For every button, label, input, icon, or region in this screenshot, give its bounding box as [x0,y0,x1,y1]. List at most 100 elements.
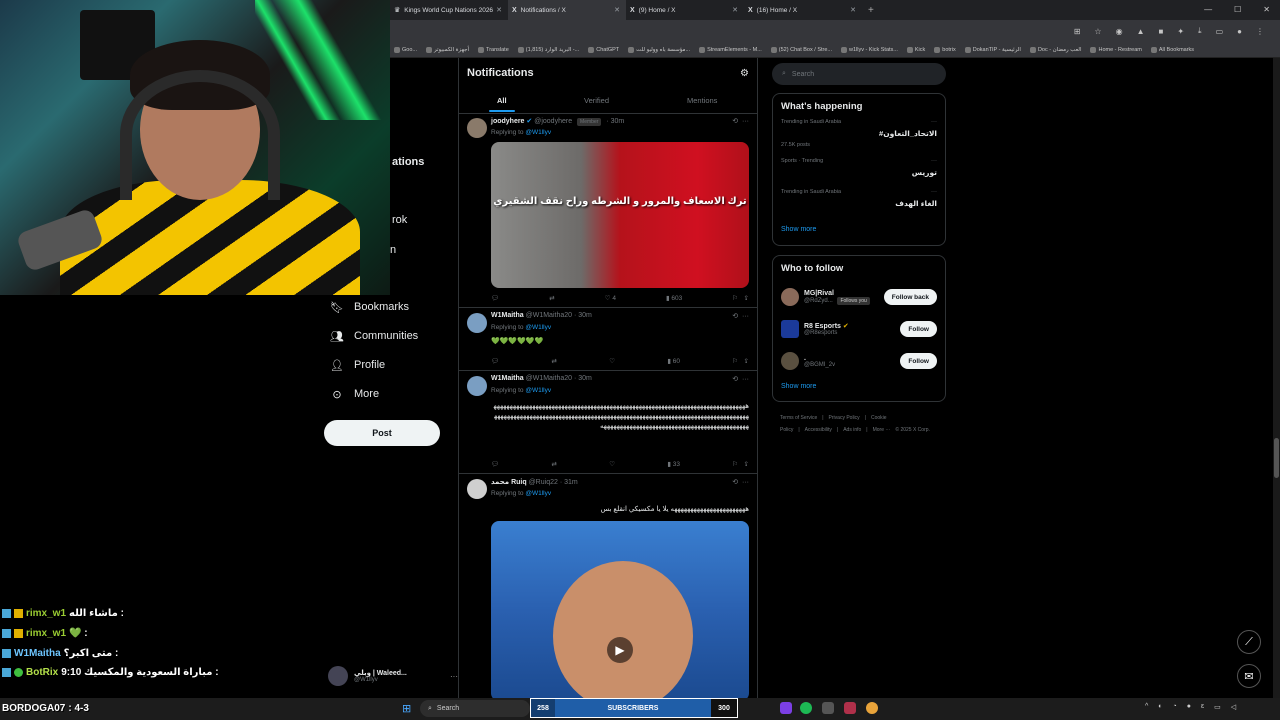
keyboard-icon[interactable]: ε [1201,703,1204,711]
tweet-media[interactable]: ترك الاسعاف والمرور و الشرطه وراح نقف ال… [491,142,749,288]
app-icon[interactable] [780,702,792,714]
grok-icon[interactable]: ⟲ [732,118,738,125]
footer-link[interactable]: © 2025 X Corp. [895,427,930,433]
gear-icon[interactable]: ⚙ [740,68,749,79]
views-count[interactable]: ▮ 33 [667,460,680,468]
volume-icon[interactable]: ◁ [1231,703,1236,711]
nav-grok-partial[interactable]: rok [392,214,407,226]
views-count[interactable]: ▮ 60 [667,357,680,365]
show-more-link[interactable]: Show more [773,220,945,239]
tweet[interactable]: W1Maitha @W1Maitha20 · 30m ⟲ ··· Replyin… [459,309,757,371]
windows-start-icon[interactable]: ⊞ [402,702,411,715]
extensions-icon[interactable]: ✦ [1177,27,1184,36]
follow-suggestion[interactable]: . @BGMI_2v Follow [773,345,945,377]
search-input[interactable]: ⌕ Search [772,63,946,85]
nav-bookmarks[interactable]: 🔖︎ Bookmarks [330,300,409,314]
reply-icon[interactable]: 💬︎ [491,460,499,468]
browser-tab[interactable]: X (9) Home / X ✕ [626,0,744,20]
mention-link[interactable]: @W1llyv [525,324,551,331]
bookmark-item[interactable]: ChatGPT [588,46,619,53]
display-icon[interactable]: ▭ [1214,703,1221,711]
close-tab-icon[interactable]: ✕ [850,6,856,14]
like-button[interactable]: ♡ 4 [605,294,616,302]
page-scrollbar[interactable] [1273,58,1280,698]
bookmark-icon[interactable]: ⚐ ⇪ [732,357,749,365]
bookmark-item[interactable]: StreamElements - M... [699,46,762,53]
tweet-author[interactable]: W1Maitha [491,375,524,382]
split-icon[interactable]: ▭ [1216,27,1224,36]
more-icon[interactable]: ··· [931,158,937,164]
browser-tab[interactable]: X (16) Home / X ✕ [744,0,862,20]
tweet[interactable]: W1Maitha @W1Maitha20 · 30m ⟲ ··· Replyin… [459,372,757,474]
close-tab-icon[interactable]: ✕ [614,6,620,14]
mic-icon[interactable]: ● [1187,703,1191,711]
footer-link[interactable]: Terms of Service [780,415,817,421]
like-icon[interactable]: ♡ [609,460,615,468]
tweet-handle[interactable]: @joodyhere [534,118,572,125]
footer-link[interactable]: Privacy Policy [829,415,860,421]
nav-profile[interactable]: 👤︎ Profile [330,358,385,372]
tweet[interactable]: joodyhere ✔ @joodyhere Member · 30m ⟲ ··… [459,114,757,308]
star-icon[interactable]: ☆ [1094,27,1101,36]
tweet-handle[interactable]: @W1Maitha20 [526,312,572,319]
close-tab-icon[interactable]: ✕ [496,6,502,14]
bookmark-item[interactable]: w1llyv - Kick Stats... [840,46,898,53]
reply-icon[interactable]: 💬︎ [491,294,499,302]
tweet-actions-menu[interactable]: ⟲ ··· [732,375,749,383]
nav-communities[interactable]: 👥︎ Communities [330,329,418,343]
bookmark-icon[interactable]: ⚐ ⇪ [732,460,749,468]
trend-item[interactable]: Sports · Trending ··· توريس [773,158,945,189]
retweet-icon[interactable]: ⇄ [549,294,554,302]
tweet-actions-menu[interactable]: ⟲ ··· [732,478,749,486]
play-icon[interactable]: ▶ [607,637,633,663]
like-icon[interactable]: ♡ [609,357,615,365]
tweet-author[interactable]: W1Maitha [491,312,524,319]
mention-link[interactable]: @W1llyv [525,490,551,497]
extension-icon[interactable]: ▲ [1137,27,1145,36]
menu-icon[interactable]: ⋮ [1256,27,1264,36]
bookmark-item[interactable]: Kick [906,46,925,53]
trend-item[interactable]: Trending in Saudi Arabia ··· الغاء الهدف [773,189,945,220]
close-window-icon[interactable]: ✕ [1263,5,1270,14]
app-icon[interactable] [822,702,834,714]
tab-mentions[interactable]: Mentions [687,96,717,105]
bookmark-item[interactable]: أجهزة الكمبيوتر [425,46,469,53]
taskbar-search[interactable]: ⌕ Search [420,700,530,717]
tweet-actions-menu[interactable]: ⟲ ··· [732,312,749,320]
app-icon[interactable] [844,702,856,714]
extension-icon[interactable]: ◉ [1116,27,1123,36]
follow-suggestion[interactable]: R8 Esports ✔ @R8esports Follow [773,313,945,345]
tweet-handle[interactable]: @Ruiq22 [529,479,558,486]
close-tab-icon[interactable]: ✕ [732,6,738,14]
bookmark-item[interactable]: Translate [478,46,509,53]
bookmark-item[interactable]: DokanTIP - الرئيسية [964,46,1021,53]
retweet-icon[interactable]: ⇄ [552,357,557,365]
network-icon[interactable]: ◐ [1158,703,1162,711]
mention-link[interactable]: @W1llyv [525,387,551,394]
footer-link[interactable]: Accessibility [805,427,832,433]
maximize-icon[interactable]: ☐ [1234,5,1241,14]
tweet-author[interactable]: محمد Ruiq [491,479,527,486]
follow-back-button[interactable]: Follow back [883,289,937,305]
more-icon[interactable]: ··· [931,119,937,125]
bookmark-item[interactable]: All Bookmarks [1150,46,1194,53]
tweet-video[interactable]: ▶ [491,521,749,698]
profile-avatar-icon[interactable]: ● [1237,27,1242,36]
trend-item[interactable]: Trending in Saudi Arabia ··· #الاتحاد_ال… [773,119,945,150]
mention-link[interactable]: @W1llyv [525,129,551,136]
retweet-icon[interactable]: ⇄ [552,460,557,468]
follow-suggestion[interactable]: MG|Rival @RdZyd... Follows you Follow ba… [773,281,945,313]
account-switcher[interactable]: وبلي | Waleed... @W1llyv ··· [328,662,458,690]
extension-icon[interactable]: ■ [1159,27,1164,36]
views-count[interactable]: ▮ 603 [666,294,682,302]
chevron-up-icon[interactable]: ^ [1145,703,1148,711]
tweet[interactable]: محمد Ruiq @Ruiq22 · 31m ⟲ ··· Replying t… [459,475,757,698]
wifi-icon[interactable]: ◔ [1173,703,1177,711]
bookmark-icon[interactable]: ⚐ ⇪ [732,294,749,302]
install-icon[interactable]: ⊞ [1074,27,1081,36]
chrome-icon[interactable] [866,702,878,714]
spotify-icon[interactable] [800,702,812,714]
minimize-icon[interactable]: — [1204,5,1212,14]
reply-icon[interactable]: 💬︎ [491,357,499,365]
tweet-author[interactable]: joodyhere [491,118,524,125]
